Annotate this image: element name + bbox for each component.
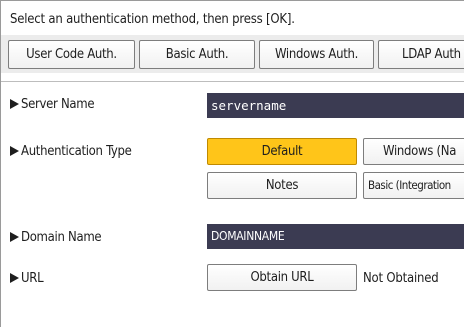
auth-type-windows-option[interactable]: Windows (Na — [363, 138, 464, 165]
url-label: URL — [10, 271, 44, 286]
triangle-bullet-icon — [10, 232, 19, 242]
triangle-bullet-icon — [10, 273, 19, 283]
auth-type-notes-option[interactable]: Notes — [207, 172, 357, 199]
tab-windows-auth[interactable]: Windows Auth. — [259, 40, 374, 69]
tab-user-code-auth[interactable]: User Code Auth. — [8, 40, 135, 69]
auth-settings-screen: Select an authentication method, then pr… — [0, 0, 464, 327]
tab-basic-auth[interactable]: Basic Auth. — [139, 40, 255, 69]
auth-type-default-option[interactable]: Default — [207, 138, 357, 165]
triangle-bullet-icon — [10, 146, 19, 156]
tab-ldap-auth[interactable]: LDAP Auth — [378, 40, 464, 69]
auth-type-basic-integration-option[interactable]: Basic (Integration — [363, 172, 464, 199]
instruction-text: Select an authentication method, then pr… — [10, 12, 295, 27]
authentication-type-label: Authentication Type — [10, 144, 132, 159]
triangle-bullet-icon — [10, 99, 19, 109]
domain-name-field[interactable]: DOMAINNAME — [207, 224, 464, 249]
divider — [1, 81, 464, 82]
url-status-text: Not Obtained — [363, 271, 439, 286]
obtain-url-button[interactable]: Obtain URL — [207, 264, 357, 291]
server-name-field[interactable]: servername — [207, 93, 464, 118]
domain-name-label: Domain Name — [10, 230, 102, 245]
auth-method-tab-bar: User Code Auth. Basic Auth. Windows Auth… — [1, 35, 464, 73]
server-name-label: Server Name — [10, 97, 95, 112]
